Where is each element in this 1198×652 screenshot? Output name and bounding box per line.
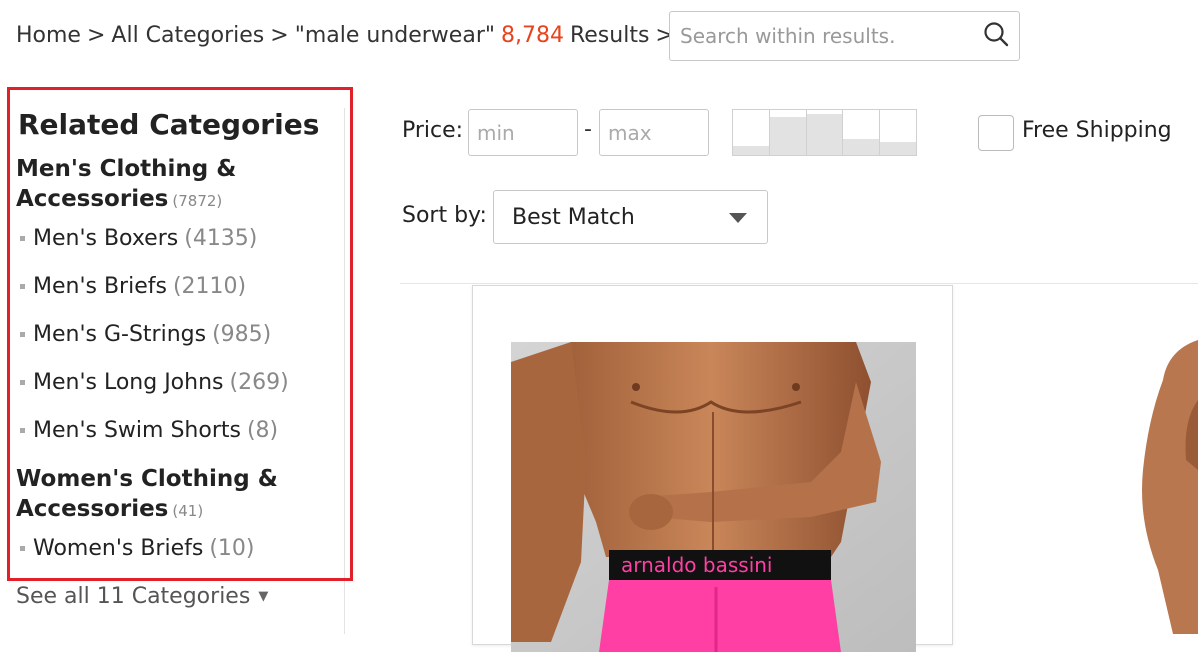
price-histogram-fill (880, 141, 916, 155)
sidebar-item-count: (985) (212, 322, 272, 347)
bullet-icon (20, 546, 25, 551)
price-histogram-bar[interactable] (880, 110, 916, 155)
sidebar-item-mens-g-strings[interactable]: Men's G-Strings (985) (20, 322, 271, 347)
breadcrumb-separator: > (86, 22, 106, 48)
category-group-womens[interactable]: Women's Clothing & Accessories (41) (16, 464, 346, 526)
bullet-icon (20, 428, 25, 433)
related-categories-title: Related Categories (18, 108, 320, 141)
sidebar-item-mens-briefs[interactable]: Men's Briefs (2110) (20, 274, 246, 299)
breadcrumb-separator: > (270, 22, 289, 48)
price-min-input[interactable] (468, 109, 578, 156)
sidebar-item-count: (8) (246, 418, 279, 443)
sidebar-item-label: Men's Swim Shorts (33, 418, 241, 443)
sidebar-item-mens-swim-shorts[interactable]: Men's Swim Shorts (8) (20, 418, 278, 443)
price-histogram-bar[interactable] (733, 110, 770, 155)
category-group-count: (41) (172, 502, 204, 520)
svg-text:arnaldo bassini: arnaldo bassini (621, 553, 772, 577)
sidebar-item-label: Men's Long Johns (33, 370, 224, 395)
see-all-categories-link[interactable]: See all 11 Categories ▼ (16, 584, 268, 609)
search-icon (983, 21, 1009, 51)
price-label: Price: (402, 118, 464, 143)
search-input[interactable] (678, 13, 973, 59)
product-image-partial[interactable] (1138, 340, 1198, 634)
price-histogram-bar[interactable] (843, 110, 881, 155)
price-histogram-fill (806, 113, 843, 155)
sidebar-item-label: Women's Briefs (33, 536, 204, 561)
price-histogram-fill (733, 146, 769, 155)
sidebar-item-label: Men's G-Strings (33, 322, 207, 347)
sidebar-item-label: Men's Boxers (33, 226, 179, 251)
sidebar-item-mens-long-johns[interactable]: Men's Long Johns (269) (20, 370, 289, 395)
product-card[interactable]: arnaldo bassini (472, 285, 953, 652)
category-group-count: (7872) (172, 192, 223, 210)
sidebar-item-label: Men's Briefs (33, 274, 167, 299)
search-button[interactable] (973, 14, 1019, 58)
category-group-mens[interactable]: Men's Clothing & Accessories (7872) (16, 154, 346, 216)
sort-selected-value: Best Match (512, 204, 635, 230)
result-count: 8,784 (500, 22, 564, 48)
price-dash: - (584, 117, 592, 142)
see-all-label: See all 11 Categories (16, 584, 251, 609)
search-query: "male underwear" (294, 22, 495, 48)
free-shipping-checkbox[interactable] (978, 115, 1014, 151)
product-image[interactable]: arnaldo bassini (511, 342, 916, 652)
category-group-title: Women's Clothing & Accessories (16, 466, 278, 522)
results-label: Results (569, 22, 650, 48)
sidebar-item-mens-boxers[interactable]: Men's Boxers (4135) (20, 226, 257, 251)
price-histogram-bar[interactable] (806, 110, 844, 155)
price-histogram-fill (843, 139, 880, 155)
sidebar-item-count: (4135) (184, 226, 258, 251)
breadcrumb-home-link[interactable]: Home (16, 23, 81, 48)
results-divider (400, 283, 1198, 284)
sidebar-item-count: (269) (229, 370, 289, 395)
sort-select[interactable]: Best Match (493, 190, 768, 244)
sidebar-item-count: (2110) (172, 274, 247, 299)
bullet-icon (20, 332, 25, 337)
sidebar-item-womens-briefs[interactable]: Women's Briefs (10) (20, 536, 255, 561)
related-categories-panel: Related Categories Men's Clothing & Acce… (7, 87, 353, 581)
sort-label: Sort by: (402, 203, 487, 228)
search-within-results (669, 11, 1020, 61)
bullet-icon (20, 236, 25, 241)
price-max-input[interactable] (599, 109, 709, 156)
bullet-icon (20, 380, 25, 385)
breadcrumb: Home > All Categories > "male underwear"… (16, 18, 680, 52)
dropdown-arrow-icon (729, 213, 747, 223)
price-histogram (732, 109, 917, 156)
bullet-icon (20, 284, 25, 289)
price-histogram-fill (769, 116, 806, 155)
price-histogram-bar[interactable] (769, 110, 807, 155)
free-shipping-label: Free Shipping (1022, 118, 1172, 143)
sidebar-item-count: (10) (209, 536, 255, 561)
caret-down-icon: ▼ (258, 589, 269, 604)
breadcrumb-all-categories-link[interactable]: All Categories (111, 23, 264, 48)
